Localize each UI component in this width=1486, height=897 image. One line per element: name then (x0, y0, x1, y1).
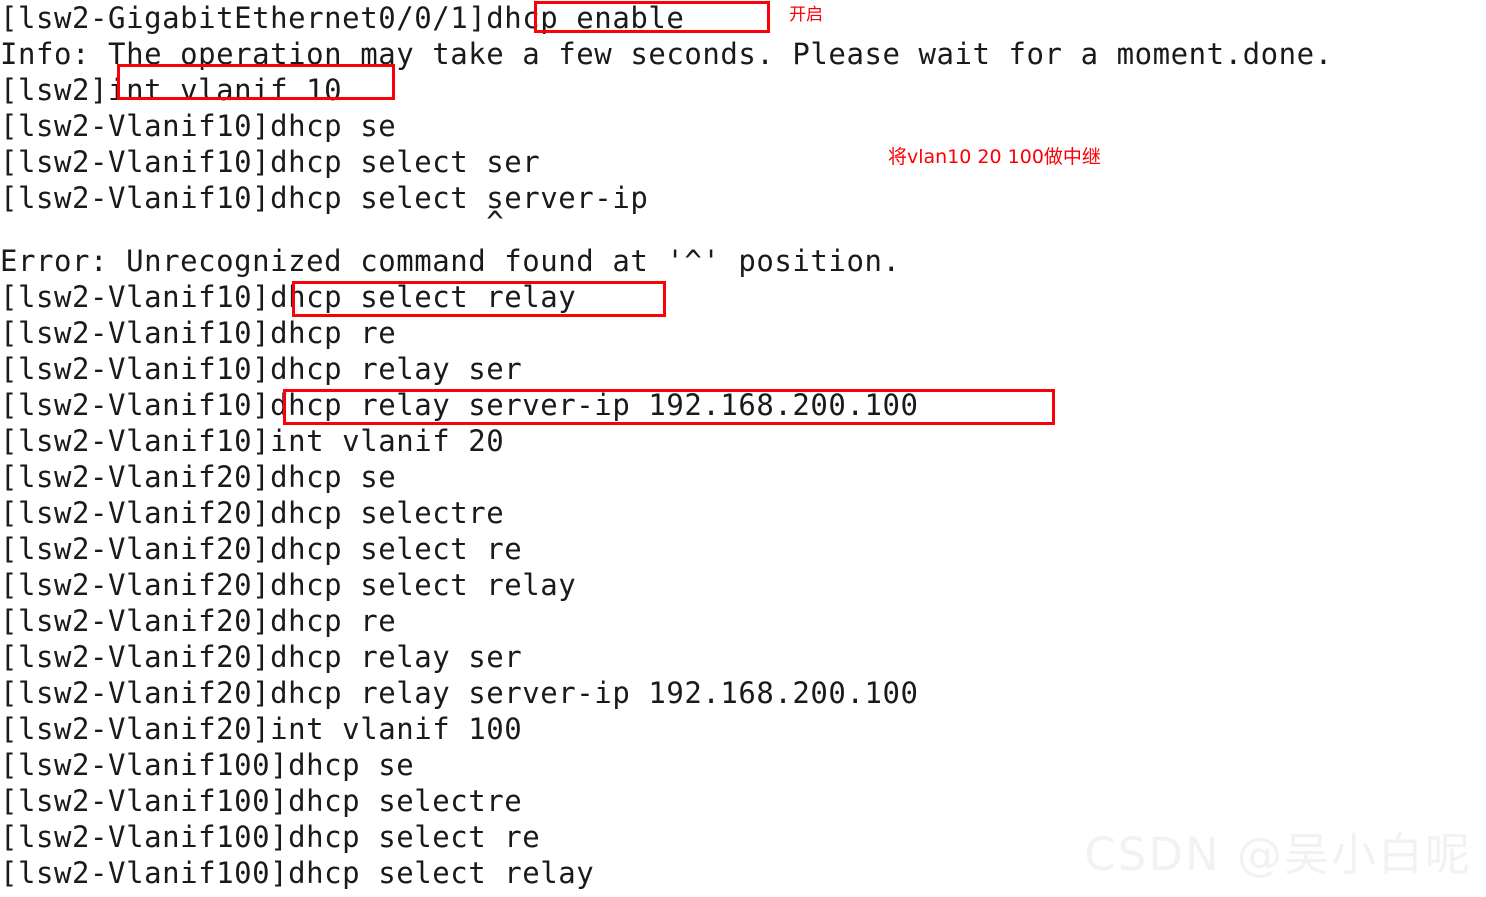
terminal-line: [lsw2-Vlanif20]dhcp select re (0, 532, 523, 566)
terminal-line: [lsw2-Vlanif20]dhcp selectre (0, 496, 505, 530)
terminal-line: [lsw2-Vlanif100]dhcp select relay (0, 856, 595, 890)
terminal-line: [lsw2-Vlanif20]dhcp select relay (0, 568, 577, 602)
terminal-line: [lsw2-Vlanif20]dhcp relay server-ip 192.… (0, 676, 919, 710)
terminal-line: [lsw2-Vlanif10]dhcp re (0, 316, 397, 350)
terminal-line: [lsw2-Vlanif20]dhcp se (0, 460, 397, 494)
terminal-error-line: Error: Unrecognized command found at '^'… (0, 244, 901, 278)
terminal-line: [lsw2-Vlanif10]dhcp se (0, 109, 397, 143)
csdn-watermark: CSDN @吴小白呢 (1084, 828, 1472, 881)
terminal-line: [lsw2-Vlanif10]dhcp select relay (0, 280, 577, 314)
terminal-line: [lsw2-Vlanif100]dhcp select re (0, 820, 541, 854)
terminal-line: [lsw2-Vlanif10]dhcp select ser (0, 145, 541, 179)
terminal-line: [lsw2-Vlanif20]dhcp re (0, 604, 397, 638)
terminal-output-pane: [lsw2-GigabitEthernet0/0/1]dhcp enable I… (0, 0, 1486, 897)
terminal-line: [lsw2-Vlanif10]dhcp relay ser (0, 352, 523, 386)
terminal-line: [lsw2-Vlanif100]dhcp se (0, 748, 415, 782)
terminal-line: [lsw2-Vlanif10]int vlanif 20 (0, 424, 505, 458)
terminal-line: [lsw2-GigabitEthernet0/0/1]dhcp enable (0, 1, 685, 35)
terminal-line: Info: The operation may take a few secon… (0, 37, 1333, 71)
terminal-line: [lsw2-Vlanif100]dhcp selectre (0, 784, 523, 818)
annotation-note-enable: 开启 (789, 5, 823, 25)
annotation-note-relay: 将vlan10 20 100做中继 (888, 146, 1101, 168)
terminal-line: [lsw2-Vlanif20]dhcp relay ser (0, 640, 523, 674)
terminal-line: [lsw2]int vlanif 10 (0, 73, 343, 107)
terminal-line: [lsw2-Vlanif10]dhcp relay server-ip 192.… (0, 388, 919, 422)
error-caret-marker: ^ (0, 205, 505, 239)
terminal-line: [lsw2-Vlanif20]int vlanif 100 (0, 712, 523, 746)
